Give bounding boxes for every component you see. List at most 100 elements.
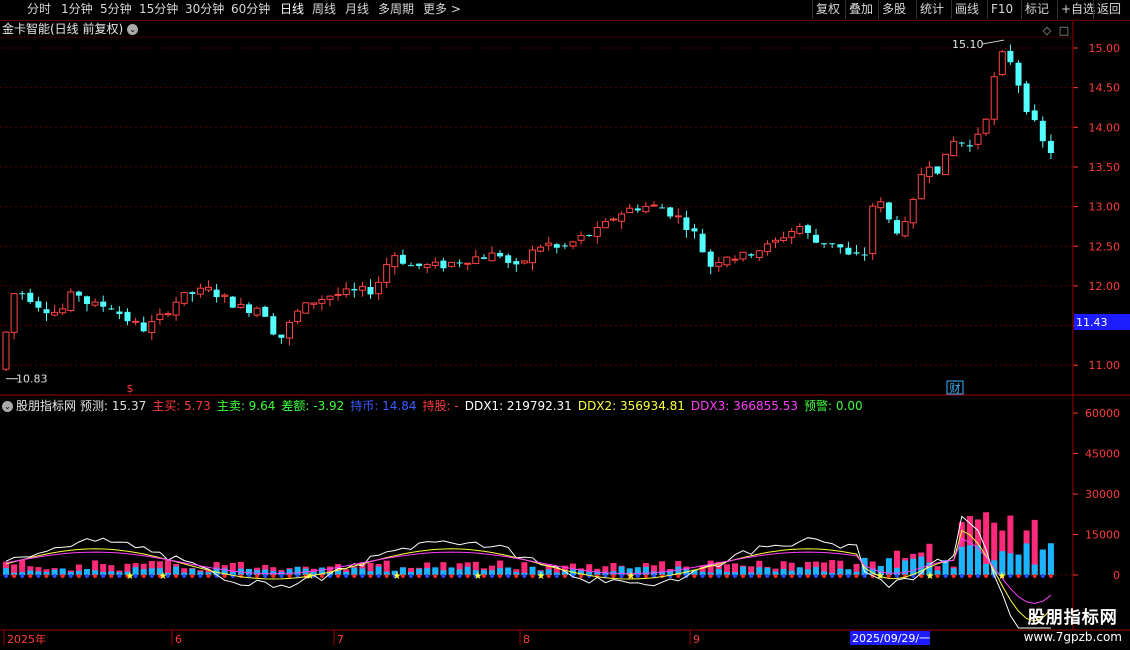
price-tick-label: 13.50 [1089,161,1121,174]
warning-star: ★ [876,571,885,582]
candle-body [901,221,909,237]
date-label: 6 [175,633,182,646]
candle-body [958,142,965,144]
zero-dot [830,574,835,578]
sell-bar [894,567,900,575]
candle-body [108,308,115,310]
candle-body [586,235,593,237]
zero-dot [44,574,49,578]
stock-chart[interactable]: 15.0014.5014.0013.5013.0012.5012.0011.50… [0,0,1130,650]
candle-body [925,166,933,177]
date-label: 8 [523,633,530,646]
sell-bar [950,568,957,575]
candle-body [699,233,706,253]
zero-dot [1048,574,1053,578]
sell-bar [424,568,431,575]
watermark: 股朋指标网 www.7gpzb.com [1024,603,1122,644]
candle-body [763,243,771,253]
candle-body [934,166,941,174]
candle-body [84,296,90,304]
zero-dot [441,574,446,578]
zero-dot [797,574,802,578]
candle-body [196,287,204,295]
candle-body [1039,120,1046,142]
zero-dot [174,574,179,578]
zero-dot [457,574,462,578]
candle-body [545,242,553,246]
zero-dot [368,574,373,578]
candle-body [342,288,350,296]
candle-body [310,302,318,305]
zero-dot [789,574,794,578]
zero-dot [805,574,810,578]
candle-body [788,230,796,238]
candle-body [845,247,852,255]
zero-dot [846,574,851,578]
zero-dot [530,574,535,578]
candle-body [634,208,641,211]
indicator-tick-label: 0 [1113,569,1120,582]
sell-bar [497,568,504,575]
zero-dot [222,574,227,578]
zero-dot [76,574,81,578]
warning-star: ★ [537,571,546,582]
candle-body [480,257,487,259]
current-price-label: 11.43 [1076,316,1108,329]
candle-body [205,286,212,291]
candle-body [351,288,358,291]
zero-dot [68,574,73,578]
candle-body [213,289,220,298]
indicator-tick-label: 15000 [1085,529,1120,542]
candle-body [237,303,245,308]
warning-star: ★ [126,571,135,582]
candle-body [885,202,892,220]
candle-body [440,260,447,269]
zero-dot [433,574,438,578]
candle-body [294,310,302,322]
candle-body [246,304,252,314]
zero-dot [279,574,284,578]
zero-dot [376,574,381,578]
candle-body [391,255,399,268]
high-label: 15.10 [952,38,984,51]
candle-body [869,205,877,255]
candle-body [739,251,747,260]
zero-dot [700,574,705,578]
zero-dot [984,574,989,578]
sell-bar [975,545,981,575]
dividend-marker: $ [127,382,134,395]
candle-body [626,207,634,214]
sell-bar [3,568,9,575]
candle-body [358,286,366,291]
zero-dot [935,574,940,578]
sell-bar [958,546,965,575]
candle-body [837,244,844,248]
candle-body [367,286,374,295]
candle-body [67,291,75,311]
candle-body [286,321,293,339]
candle-body [180,292,188,304]
candle-body [229,296,236,308]
candle-body [472,256,480,264]
candle-body [505,255,512,263]
candle-body [75,291,82,296]
candle-body [877,201,885,209]
watermark-title: 股朋指标网 [1027,608,1118,628]
zero-dot [765,574,770,578]
zero-dot [886,574,891,578]
candle-body [408,265,414,267]
candle-body [1007,50,1014,63]
date-label: 9 [693,633,700,646]
price-tick-label: 12.50 [1089,240,1121,253]
zero-dot [611,574,616,578]
watermark-url: www.7gpzb.com [1023,630,1122,644]
diamond-icon: ◇ [1043,24,1052,37]
zero-dot [1008,574,1013,578]
zero-dot [490,574,494,578]
sell-bar [966,545,973,575]
zero-dot [287,574,292,578]
candle-body [829,243,836,245]
zero-dot [93,574,98,578]
candle-body [618,213,626,222]
candle-body [1047,140,1054,154]
